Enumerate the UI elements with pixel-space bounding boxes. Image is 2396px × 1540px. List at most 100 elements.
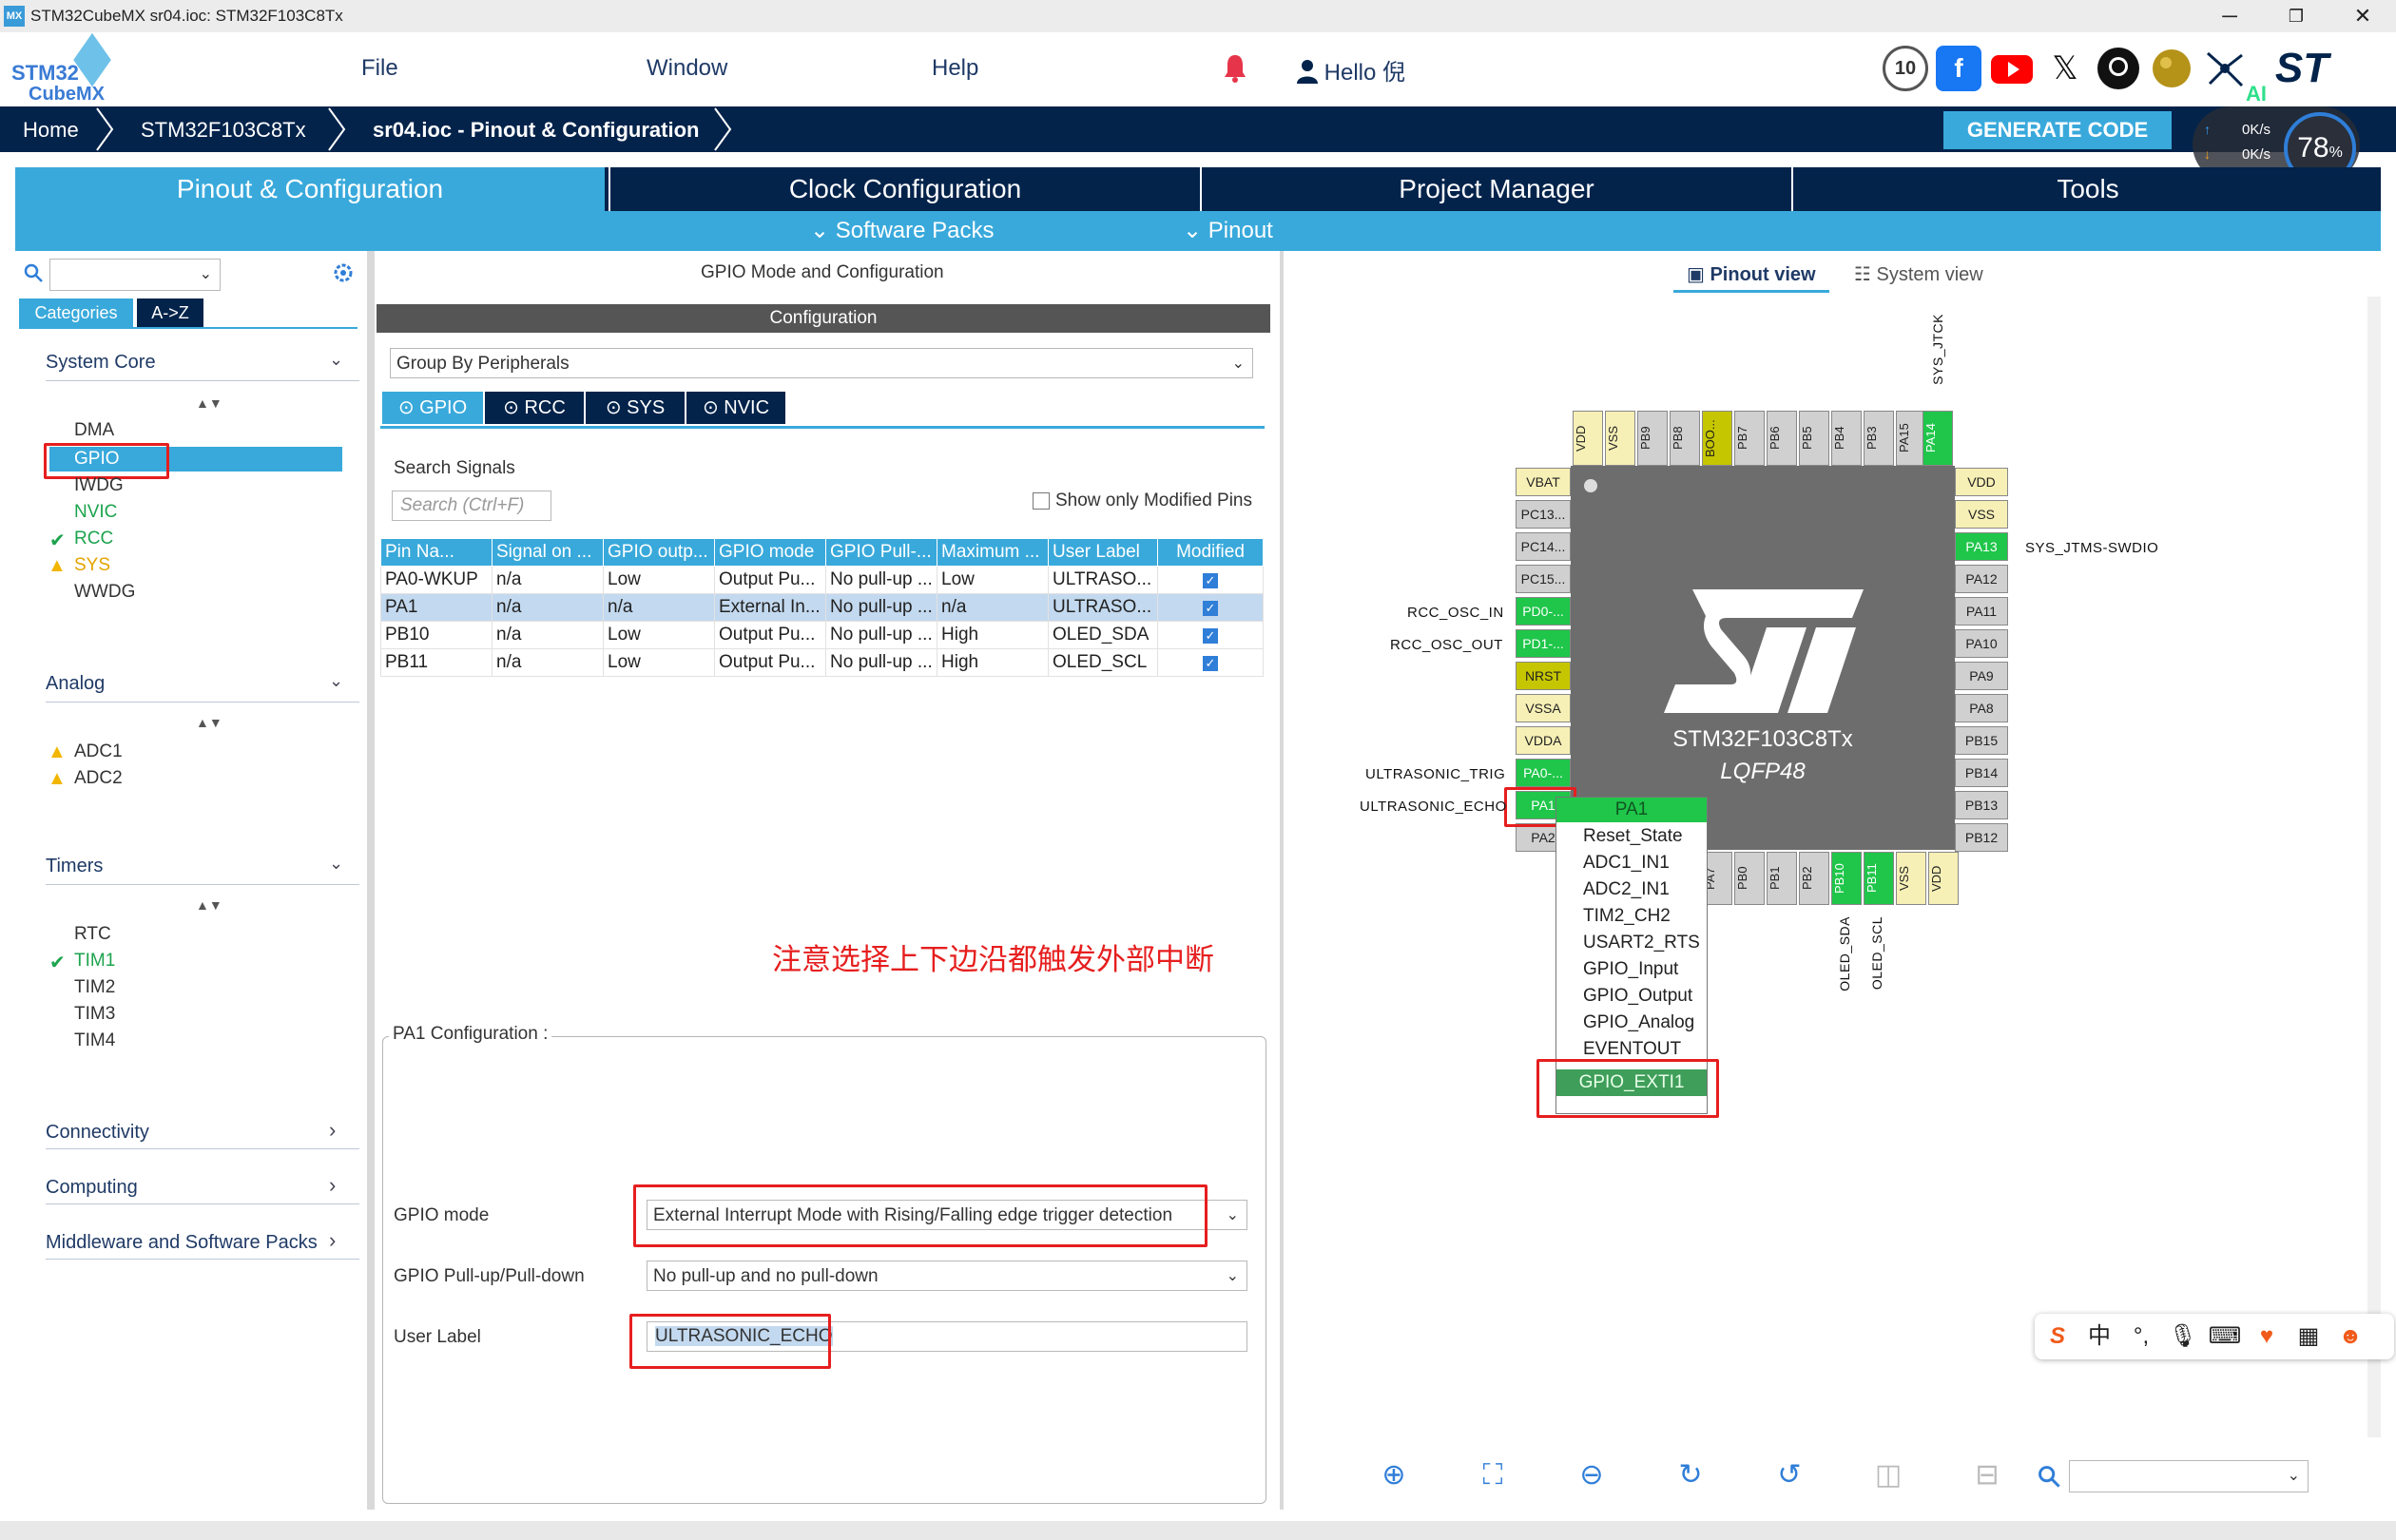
section-computing[interactable]: Computing bbox=[46, 1177, 138, 1199]
column-header[interactable]: User Label bbox=[1048, 538, 1158, 567]
column-header[interactable]: Pin Na... bbox=[380, 538, 493, 567]
bell-icon[interactable] bbox=[1223, 53, 1247, 84]
pin-vssa[interactable]: VSSA bbox=[1516, 694, 1571, 722]
pin-pd0[interactable]: PD0-... bbox=[1516, 597, 1571, 626]
close-button[interactable]: ✕ bbox=[2329, 0, 2396, 32]
punctuation-icon[interactable]: °, bbox=[2124, 1319, 2158, 1354]
category-item-rcc[interactable]: RCC bbox=[74, 529, 113, 549]
pin-pb12[interactable]: PB12 bbox=[1955, 823, 2008, 852]
pin-pd1[interactable]: PD1-... bbox=[1516, 629, 1571, 658]
pin-pb4[interactable]: PB4 bbox=[1831, 411, 1862, 466]
skin-icon[interactable]: ♥ bbox=[2250, 1319, 2284, 1354]
breadcrumb-mcu[interactable]: STM32F103C8Tx bbox=[141, 118, 306, 143]
table-row[interactable]: PA1 n/a n/a External In... No pull-up ..… bbox=[380, 593, 1264, 622]
pin-vdd-bottom[interactable]: VDD bbox=[1928, 852, 1959, 905]
category-item-dma[interactable]: DMA bbox=[74, 420, 114, 441]
keyboard-icon[interactable]: ⌨ bbox=[2208, 1319, 2242, 1354]
pin-vss-top[interactable]: VSS bbox=[1605, 411, 1635, 466]
column-header[interactable]: GPIO Pull-... bbox=[825, 538, 937, 567]
pin-pb6[interactable]: PB6 bbox=[1767, 411, 1797, 466]
pin-pb1[interactable]: PB1 bbox=[1767, 852, 1797, 905]
gpio-pull-select[interactable]: No pull-up and no pull-down ⌄ bbox=[647, 1261, 1247, 1291]
flip-vertical-icon[interactable]: ◫ bbox=[1869, 1456, 1907, 1494]
category-item-nvic[interactable]: NVIC bbox=[74, 502, 117, 523]
column-header[interactable]: GPIO mode bbox=[714, 538, 826, 567]
chevron-down-icon[interactable]: ⌄ bbox=[329, 350, 343, 370]
pin-vdd-top[interactable]: VDD bbox=[1573, 411, 1603, 466]
chevron-right-icon[interactable]: › bbox=[329, 1118, 336, 1143]
ime-language-toggle[interactable]: 中 bbox=[2082, 1319, 2116, 1354]
x-icon[interactable]: 𝕏 bbox=[2042, 46, 2088, 91]
pin-vss-right[interactable]: VSS bbox=[1955, 500, 2008, 529]
rotate-right-icon[interactable]: ↻ bbox=[1671, 1456, 1710, 1494]
sort-icon[interactable]: ▲▼ bbox=[196, 897, 222, 913]
category-search-combo[interactable]: ⌄ bbox=[49, 259, 221, 291]
pin-nrst[interactable]: NRST bbox=[1516, 662, 1571, 690]
pin-pb5[interactable]: PB5 bbox=[1799, 411, 1829, 466]
category-item-tim4[interactable]: TIM4 bbox=[74, 1030, 115, 1051]
category-item-rtc[interactable]: RTC bbox=[74, 924, 111, 945]
vertical-scrollbar[interactable] bbox=[2367, 297, 2381, 1437]
pin-pc15[interactable]: PC15... bbox=[1516, 565, 1571, 593]
table-row[interactable]: PB10 n/a Low Output Pu... No pull-up ...… bbox=[380, 621, 1264, 649]
modified-checkbox[interactable]: ✓ bbox=[1203, 601, 1218, 616]
wiki-icon[interactable] bbox=[2149, 46, 2194, 91]
software-packs-menu[interactable]: ⌄ Software Packs bbox=[810, 217, 995, 244]
column-header[interactable]: GPIO outp... bbox=[603, 538, 715, 567]
grid-menu-icon[interactable]: ▦ bbox=[2291, 1319, 2326, 1354]
pin-pb0[interactable]: PB0 bbox=[1734, 852, 1765, 905]
pin-menu-item[interactable]: Reset_State bbox=[1583, 826, 1683, 847]
gear-icon[interactable] bbox=[331, 260, 356, 285]
tab-sys[interactable]: ⊙ SYS bbox=[586, 392, 685, 424]
column-header[interactable]: Maximum ... bbox=[937, 538, 1049, 567]
pin-menu-item[interactable]: TIM2_CH2 bbox=[1583, 906, 1671, 927]
pin-menu-item[interactable]: GPIO_Output bbox=[1583, 986, 1692, 1007]
pin-pb3[interactable]: PB3 bbox=[1864, 411, 1894, 466]
section-analog[interactable]: Analog bbox=[46, 673, 105, 695]
pin-pb2[interactable]: PB2 bbox=[1799, 852, 1829, 905]
sort-icon[interactable]: ▲▼ bbox=[196, 395, 222, 411]
zoom-in-icon[interactable]: ⊕ bbox=[1375, 1456, 1413, 1494]
pin-menu-item[interactable]: ADC2_IN1 bbox=[1583, 879, 1670, 900]
category-item-tim1[interactable]: TIM1 bbox=[74, 951, 115, 972]
pin-vdda[interactable]: VDDA bbox=[1516, 726, 1571, 755]
column-header[interactable]: Modified bbox=[1157, 538, 1264, 567]
section-timers[interactable]: Timers bbox=[46, 856, 103, 877]
sogou-icon[interactable]: S bbox=[2040, 1319, 2075, 1354]
modified-checkbox[interactable]: ✓ bbox=[1203, 628, 1218, 644]
table-row[interactable]: PB11 n/a Low Output Pu... No pull-up ...… bbox=[380, 648, 1264, 677]
section-middleware[interactable]: Middleware and Software Packs bbox=[46, 1232, 318, 1254]
tab-categories[interactable]: Categories bbox=[19, 298, 133, 327]
fit-to-screen-icon[interactable]: ⛶ bbox=[1474, 1456, 1512, 1494]
group-by-select[interactable]: Group By Peripherals ⌄ bbox=[390, 348, 1253, 378]
pin-pb13[interactable]: PB13 bbox=[1955, 791, 2008, 819]
pin-pa13[interactable]: PA13 bbox=[1955, 532, 2008, 561]
pin-menu-item[interactable]: GPIO_Input bbox=[1583, 959, 1678, 980]
pin-boot0[interactable]: BOO... bbox=[1702, 411, 1732, 466]
menu-window[interactable]: Window bbox=[647, 55, 727, 82]
modified-checkbox[interactable]: ✓ bbox=[1203, 656, 1218, 671]
show-modified-checkbox[interactable] bbox=[1033, 492, 1050, 510]
table-row[interactable]: PA0-WKUP n/a Low Output Pu... No pull-up… bbox=[380, 566, 1264, 594]
category-item-adc1[interactable]: ADC1 bbox=[74, 741, 123, 762]
pin-pa11[interactable]: PA11 bbox=[1955, 597, 2008, 626]
tab-gpio[interactable]: ⊙ GPIO bbox=[382, 392, 483, 424]
tab-project-manager[interactable]: Project Manager bbox=[1200, 167, 1791, 211]
chevron-down-icon[interactable]: ⌄ bbox=[329, 671, 343, 691]
chevron-right-icon[interactable]: › bbox=[329, 1173, 336, 1198]
tab-tools[interactable]: Tools bbox=[1791, 167, 2383, 211]
pin-pa12[interactable]: PA12 bbox=[1955, 565, 2008, 593]
microphone-icon[interactable]: 🎙 bbox=[2166, 1319, 2200, 1354]
youtube-icon[interactable] bbox=[1989, 46, 2035, 91]
flip-horizontal-icon[interactable]: ⊟ bbox=[1968, 1456, 2006, 1494]
pin-pb14[interactable]: PB14 bbox=[1955, 759, 2008, 787]
pin-pb8[interactable]: PB8 bbox=[1670, 411, 1700, 466]
pin-pa10[interactable]: PA10 bbox=[1955, 629, 2008, 658]
pin-pc13[interactable]: PC13... bbox=[1516, 500, 1571, 529]
pin-pc14[interactable]: PC14... bbox=[1516, 532, 1571, 561]
modified-checkbox[interactable]: ✓ bbox=[1203, 573, 1218, 588]
column-header[interactable]: Signal on ... bbox=[492, 538, 604, 567]
pin-pa14[interactable]: PA14 bbox=[1923, 411, 1953, 466]
pin-pa8[interactable]: PA8 bbox=[1955, 694, 2008, 722]
menu-help[interactable]: Help bbox=[932, 55, 978, 82]
